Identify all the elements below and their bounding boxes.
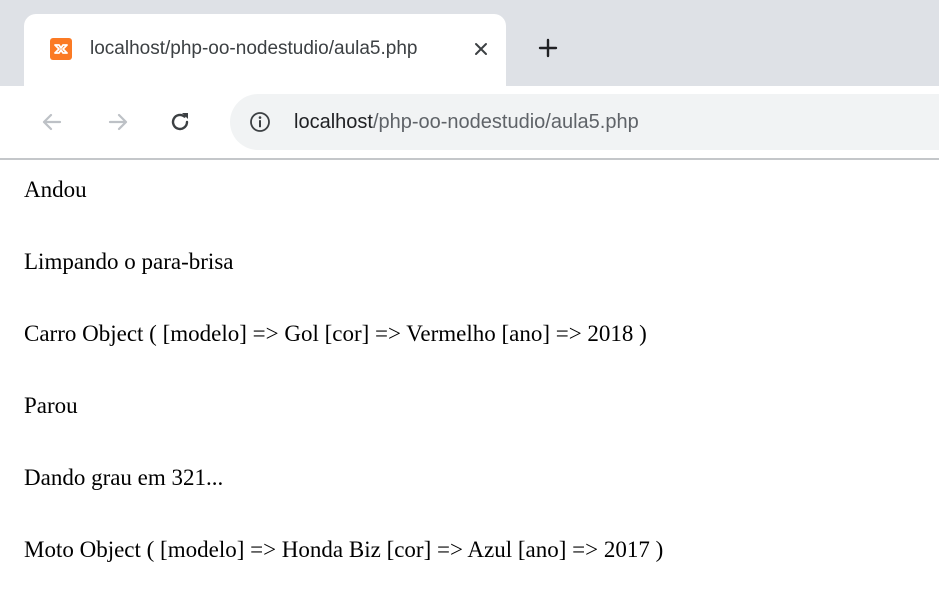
output-line: Moto Object ( [modelo] => Honda Biz [cor… bbox=[24, 537, 664, 562]
close-tab-button[interactable] bbox=[468, 36, 494, 62]
tab-title: localhost/php-oo-nodestudio/aula5.php bbox=[90, 38, 418, 59]
toolbar-divider bbox=[0, 158, 939, 160]
output-line: Dando grau em 321... bbox=[24, 465, 224, 490]
close-icon bbox=[475, 43, 487, 55]
plus-icon bbox=[538, 38, 558, 58]
output-line: Parou bbox=[24, 393, 78, 418]
tab-strip: localhost/php-oo-nodestudio/aula5.php bbox=[0, 0, 939, 86]
info-icon[interactable] bbox=[248, 110, 272, 134]
browser-toolbar: localhost/php-oo-nodestudio/aula5.php bbox=[0, 86, 939, 158]
tab-title-fade bbox=[422, 34, 454, 64]
address-bar[interactable]: localhost/php-oo-nodestudio/aula5.php bbox=[230, 94, 939, 150]
url-path: /php-oo-nodestudio/aula5.php bbox=[372, 111, 639, 133]
page-content: Andou Limpando o para-brisa Carro Object… bbox=[24, 172, 934, 604]
reload-icon bbox=[171, 113, 189, 131]
active-tab[interactable]: localhost/php-oo-nodestudio/aula5.php bbox=[24, 14, 506, 86]
url-text[interactable]: localhost/php-oo-nodestudio/aula5.php bbox=[294, 107, 639, 137]
arrow-right-icon bbox=[108, 113, 128, 131]
output-line: Limpando o para-brisa bbox=[24, 249, 234, 274]
output-line: Carro Object ( [modelo] => Gol [cor] => … bbox=[24, 321, 647, 346]
forward-button[interactable] bbox=[102, 106, 134, 138]
reload-button[interactable] bbox=[164, 106, 196, 138]
back-button[interactable] bbox=[36, 106, 68, 138]
arrow-left-icon bbox=[42, 113, 62, 131]
output-line: Andou bbox=[24, 177, 87, 202]
new-tab-button[interactable] bbox=[532, 32, 564, 64]
xampp-icon bbox=[50, 38, 72, 60]
url-host: localhost bbox=[294, 111, 373, 133]
